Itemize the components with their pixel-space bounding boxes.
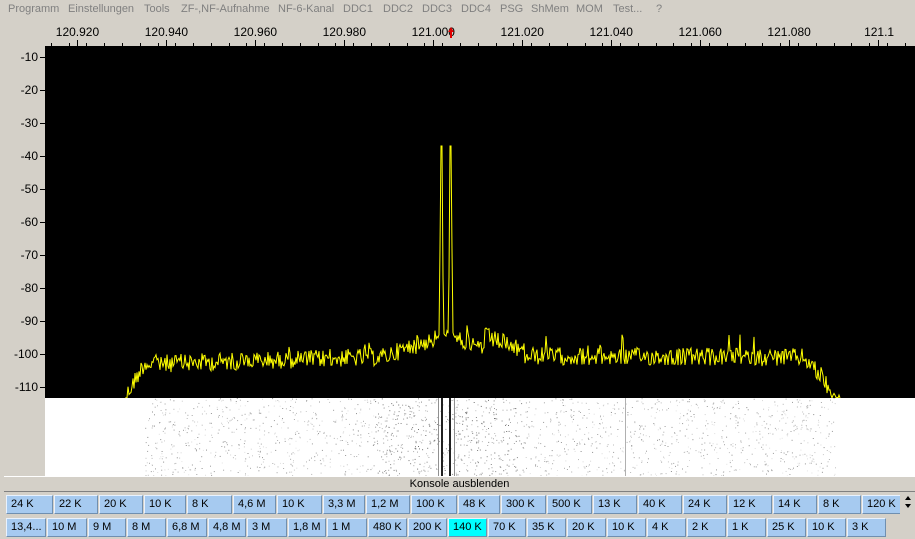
level-tick-label: -80 [20, 281, 38, 295]
menu-bar: Programm Einstellungen Tools ZF-,NF-Aufnahm… [0, 0, 915, 20]
frequency-tick-label: 121.1 [864, 25, 895, 39]
bandwidth-preset-button[interactable]: 100 K [411, 495, 457, 514]
bandwidth-preset-button[interactable]: 10 K [807, 518, 846, 537]
bandwidth-preset-row-2: 13,4... 10 M9 M8 M 6,8 M 4,8 M3 M 1,8 M1 M 48… [4, 516, 915, 539]
bandwidth-preset-button[interactable]: 1 M [327, 518, 367, 537]
frequency-marker-stem [450, 32, 453, 38]
menu-item-zf-nf-aufnahme[interactable]: ZF-,NF-Aufnahme [181, 3, 270, 15]
bandwidth-preset-button[interactable]: 300 K [501, 495, 546, 514]
bandwidth-preset-button[interactable]: 120 K [862, 495, 902, 514]
bandwidth-preset-button[interactable]: 8 K [818, 495, 861, 514]
menu-item-psg[interactable]: PSG [500, 3, 523, 15]
bandwidth-preset-button[interactable]: 2 K [687, 518, 726, 537]
level-tick-label: -20 [20, 83, 38, 97]
waterfall-display[interactable] [45, 398, 915, 477]
console-toggle-button[interactable]: Konsole ausblenden [4, 476, 915, 492]
bandwidth-preset-button[interactable]: 4,6 M [233, 495, 276, 514]
spin-down-icon[interactable] [904, 504, 911, 508]
frequency-tick-label: 121.080 [767, 25, 811, 39]
bandwidth-preset-button[interactable]: 70 K [488, 518, 526, 537]
menu-item-ddc1[interactable]: DDC1 [343, 3, 373, 15]
bandwidth-preset-button[interactable]: 8 K [187, 495, 232, 514]
frequency-tick-label: 120.920 [55, 25, 100, 39]
bandwidth-preset-button[interactable]: 25 K [767, 518, 806, 537]
bandwidth-preset-button[interactable]: 22 K [54, 495, 98, 514]
bandwidth-preset-button[interactable]: 3 K [847, 518, 886, 537]
bandwidth-preset-button[interactable]: 20 K [99, 495, 143, 514]
menu-item-nf-6-kanal[interactable]: NF-6-Kanal [278, 3, 334, 15]
bandwidth-preset-button[interactable]: 4 K [647, 518, 686, 537]
frequency-tick-label: 120.980 [322, 25, 367, 39]
frequency-tick-label: 120.960 [233, 25, 278, 39]
level-tick-label: -60 [20, 215, 38, 229]
bandwidth-preset-button[interactable]: 20 K [567, 518, 606, 537]
bandwidth-preset-button[interactable]: 200 K [408, 518, 447, 537]
bandwidth-preset-button[interactable]: 8 M [127, 518, 166, 537]
bandwidth-preset-row-1: 24 K 22 K 20 K 10 K8 K 4,6 M 10 K 3,3 M 1,2 M 10… [4, 493, 915, 516]
level-tick-label: -10 [20, 50, 38, 64]
menu-item-tools[interactable]: Tools [144, 3, 170, 15]
menu-item-programm[interactable]: Programm [8, 3, 59, 15]
waterfall-left-margin [4, 398, 45, 476]
spectrum-line [125, 145, 841, 400]
bandwidth-preset-button[interactable]: 1,2 M [366, 495, 410, 514]
menu-item-ddc2[interactable]: DDC2 [383, 3, 413, 15]
bandwidth-preset-button[interactable]: 24 K [683, 495, 727, 514]
bandwidth-preset-button[interactable]: 14 K [773, 495, 817, 514]
bandwidth-preset-button[interactable]: 10 K [277, 495, 322, 514]
level-tick-label: -50 [20, 182, 38, 196]
spectrum-display[interactable] [45, 46, 915, 400]
bandwidth-preset-button[interactable]: 1,8 M [288, 518, 326, 537]
bandwidth-preset-button[interactable]: 480 K [368, 518, 407, 537]
level-tick-label: -70 [20, 248, 38, 262]
spin-up-icon[interactable] [904, 496, 911, 500]
bandwidth-preset-button[interactable]: 13,4... [6, 518, 46, 537]
spectrum-trace [125, 145, 841, 400]
bandwidth-preset-button[interactable]: 10 K [144, 495, 186, 514]
bandwidth-preset-button[interactable]: 13 K [593, 495, 637, 514]
frequency-tick-label: 121.020 [500, 25, 544, 39]
bandwidth-preset-button[interactable]: 10 K [607, 518, 646, 537]
menu-item-mom[interactable]: MOM [576, 3, 603, 15]
waterfall-noise [145, 398, 836, 477]
bandwidth-preset-button[interactable]: 12 K [728, 495, 772, 514]
bandwidth-preset-button[interactable]: 6,8 M [167, 518, 207, 537]
preset-row-scroller[interactable] [900, 494, 915, 514]
frequency-scale[interactable]: 120.920 120.940 120.960 120.980 121.000 121.0… [45, 20, 915, 46]
bandwidth-preset-button[interactable]: 35 K [527, 518, 566, 537]
bandwidth-preset-button[interactable]: 500 K [547, 495, 592, 514]
level-tick-label: -90 [20, 314, 38, 328]
bandwidth-preset-button[interactable]: 40 K [638, 495, 682, 514]
bandwidth-preset-button[interactable]: 3 M [247, 518, 287, 537]
bandwidth-preset-button[interactable]: 4,8 M [208, 518, 246, 537]
menu-item-ddc3[interactable]: DDC3 [422, 3, 452, 15]
level-tick-label: -100 [13, 347, 38, 361]
bandwidth-preset-button[interactable]: 3,3 M [323, 495, 365, 514]
frequency-tick-label: 121.040 [589, 25, 633, 39]
frequency-tick-label: 120.940 [144, 25, 189, 39]
menu-item-shmem[interactable]: ShMem [531, 3, 569, 15]
menu-item-einstellungen[interactable]: Einstellungen [68, 3, 134, 15]
menu-item-ddc4[interactable]: DDC4 [461, 3, 491, 15]
bandwidth-preset-button[interactable]: 140 K [448, 518, 487, 537]
menu-item-test[interactable]: Test... [613, 3, 642, 15]
frequency-tick-label: 121.060 [678, 25, 722, 39]
level-scale: -10 -20 -30 -40 -50 -60 -70 -80 -90 -100 -110 [0, 46, 45, 398]
bandwidth-preset-button[interactable]: 1 K [727, 518, 766, 537]
level-tick-label: -40 [20, 149, 38, 163]
level-tick-label: -110 [14, 380, 38, 394]
bandwidth-preset-button[interactable]: 9 M [88, 518, 126, 537]
bandwidth-preset-button[interactable]: 10 M [47, 518, 87, 537]
menu-item-[interactable]: ? [656, 3, 662, 15]
bandwidth-preset-button[interactable]: 48 K [458, 495, 500, 514]
level-tick-label: -30 [20, 116, 38, 130]
bandwidth-preset-button[interactable]: 24 K [6, 495, 53, 514]
